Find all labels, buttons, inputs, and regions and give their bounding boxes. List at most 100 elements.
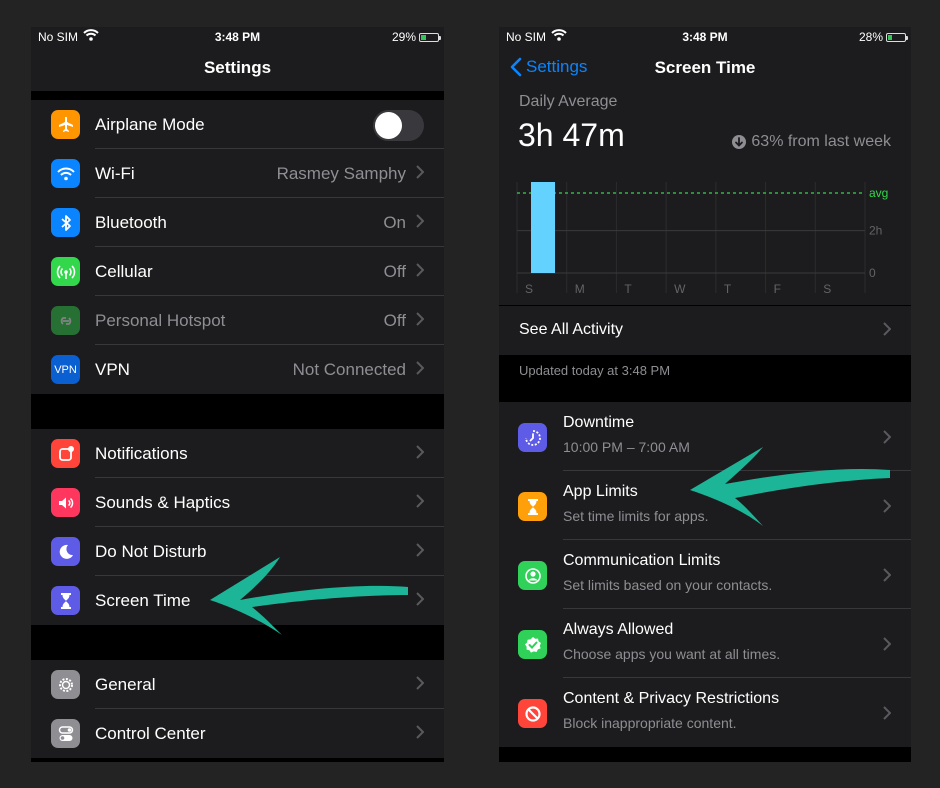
row-subtitle: 10:00 PM – 7:00 AM bbox=[563, 439, 690, 455]
row-title: Content & Privacy Restrictions bbox=[563, 690, 780, 707]
row-subtitle: Set limits based on your contacts. bbox=[563, 577, 773, 593]
daily-average-card: Daily Average 3h 47m 63% from last week … bbox=[499, 91, 911, 305]
bluetooth-icon bbox=[51, 208, 80, 237]
nav-bar: No SIM 3:48 PM 29% Settings bbox=[31, 27, 444, 91]
battery-icon bbox=[886, 32, 908, 42]
general-group: General Control Center bbox=[31, 660, 444, 758]
x-tick-label: T bbox=[724, 282, 732, 296]
row-title: Communication Limits bbox=[563, 552, 721, 569]
chevron-right-icon bbox=[416, 676, 424, 690]
chevron-right-icon bbox=[883, 568, 891, 582]
screen-time-row-communication-limits[interactable]: Communication Limits Set limits based on … bbox=[499, 540, 911, 609]
row-label: VPN bbox=[95, 360, 130, 379]
chevron-right-icon bbox=[883, 706, 891, 720]
settings-row-personal-hotspot[interactable]: Personal Hotspot Off bbox=[31, 296, 444, 345]
row-subtitle: Choose apps you want at all times. bbox=[563, 646, 781, 662]
settings-screen: No SIM 3:48 PM 29% Settings Airplane Mod… bbox=[31, 27, 444, 762]
x-tick-label: M bbox=[575, 282, 585, 296]
row-label: Notifications bbox=[95, 444, 188, 463]
airplane-mode-toggle[interactable] bbox=[373, 110, 424, 141]
row-label: Personal Hotspot bbox=[95, 311, 226, 330]
settings-row-cellular[interactable]: Cellular Off bbox=[31, 247, 444, 296]
no-entry-icon bbox=[518, 699, 547, 728]
chevron-right-icon bbox=[416, 445, 424, 459]
x-tick-label: S bbox=[525, 282, 533, 296]
battery-indicator: 29% bbox=[391, 30, 441, 44]
switches-icon bbox=[51, 719, 80, 748]
row-value: Not Connected bbox=[292, 360, 406, 379]
chevron-right-icon bbox=[416, 592, 424, 606]
screen-time-row-app-limits[interactable]: App Limits Set time limits for apps. bbox=[499, 471, 911, 540]
x-tick-label: F bbox=[774, 282, 781, 296]
settings-row-vpn[interactable]: VPN VPN Not Connected bbox=[31, 345, 444, 394]
row-label: General bbox=[95, 675, 156, 694]
see-all-activity-row[interactable]: See All Activity bbox=[499, 306, 911, 355]
battery-indicator: 28% bbox=[859, 30, 908, 44]
vpn-icon-label: VPN bbox=[54, 363, 77, 376]
status-bar: No SIM 3:48 PM 28% bbox=[499, 27, 911, 47]
hourglass-icon bbox=[518, 492, 547, 521]
row-label: Do Not Disturb bbox=[95, 542, 207, 561]
row-value: Off bbox=[383, 311, 406, 330]
chevron-right-icon bbox=[416, 494, 424, 508]
x-tick-label: S bbox=[823, 282, 831, 296]
chevron-right-icon bbox=[416, 165, 424, 179]
settings-row-wi-fi[interactable]: Wi-Fi Rasmey Samphy bbox=[31, 149, 444, 198]
status-bar: No SIM 3:48 PM 29% bbox=[31, 27, 444, 47]
row-value: On bbox=[383, 213, 406, 232]
row-label: Sounds & Haptics bbox=[95, 493, 231, 512]
status-time: 3:48 PM bbox=[682, 30, 728, 44]
chevron-right-icon bbox=[416, 263, 424, 277]
screen-time-row-downtime[interactable]: Downtime 10:00 PM – 7:00 AM bbox=[499, 402, 911, 471]
row-title: App Limits bbox=[563, 483, 638, 500]
chevron-right-icon bbox=[883, 430, 891, 444]
row-subtitle: Block inappropriate content. bbox=[563, 715, 737, 731]
settings-row-general[interactable]: General bbox=[31, 660, 444, 709]
gear-icon bbox=[51, 670, 80, 699]
arrow-down-circle-icon bbox=[732, 135, 747, 149]
row-value: Off bbox=[383, 262, 406, 281]
row-value: Rasmey Samphy bbox=[276, 164, 406, 183]
contact-icon bbox=[518, 561, 547, 590]
average-label: avg bbox=[869, 186, 888, 200]
hotspot-icon bbox=[51, 306, 80, 335]
screen-time-options-group: Downtime 10:00 PM – 7:00 AM App Limits Set … bbox=[499, 402, 911, 747]
settings-row-sounds-haptics[interactable]: Sounds & Haptics bbox=[31, 478, 444, 527]
settings-row-notifications[interactable]: Notifications bbox=[31, 429, 444, 478]
row-label: Wi-Fi bbox=[95, 164, 135, 183]
row-label: Bluetooth bbox=[95, 213, 167, 232]
battery-percent: 29% bbox=[391, 30, 416, 44]
settings-row-screen-time[interactable]: Screen Time bbox=[31, 576, 444, 625]
settings-row-do-not-disturb[interactable]: Do Not Disturb bbox=[31, 527, 444, 576]
row-label: Airplane Mode bbox=[95, 115, 205, 134]
screen-time-row-always-allowed[interactable]: Always Allowed Choose apps you want at al… bbox=[499, 609, 911, 678]
settings-row-bluetooth[interactable]: Bluetooth On bbox=[31, 198, 444, 247]
see-all-activity-label: See All Activity bbox=[519, 321, 624, 338]
nav-bar: No SIM 3:48 PM 28% Settings Screen Time bbox=[499, 27, 911, 91]
airplane-icon bbox=[51, 110, 80, 139]
battery-icon bbox=[419, 32, 441, 42]
chevron-right-icon bbox=[883, 637, 891, 651]
row-label: Screen Time bbox=[95, 591, 191, 610]
chevron-right-icon bbox=[416, 543, 424, 557]
weekly-change: 63% from last week bbox=[732, 133, 891, 151]
hourglass-icon bbox=[51, 586, 80, 615]
notifications-icon bbox=[51, 439, 80, 468]
status-time: 3:48 PM bbox=[214, 30, 261, 44]
row-title: Always Allowed bbox=[563, 621, 674, 638]
row-label: Control Center bbox=[95, 724, 206, 743]
row-label: Cellular bbox=[95, 262, 153, 281]
y-tick-label: 2h bbox=[869, 224, 882, 238]
chevron-right-icon bbox=[416, 725, 424, 739]
settings-row-airplane-mode[interactable]: Airplane Mode bbox=[31, 100, 444, 149]
checkmark-badge-icon bbox=[518, 630, 547, 659]
row-subtitle: Set time limits for apps. bbox=[563, 508, 709, 524]
chart-bar bbox=[531, 182, 555, 273]
x-tick-label: W bbox=[674, 282, 686, 296]
settings-row-control-center[interactable]: Control Center bbox=[31, 709, 444, 758]
usage-chart: 0 2h avg S M T W T F S bbox=[516, 182, 888, 296]
screen-time-row-content-privacy-restrictions[interactable]: Content & Privacy Restrictions Block inap… bbox=[499, 678, 911, 747]
wifi-icon bbox=[51, 159, 80, 188]
daily-average-value: 3h 47m bbox=[518, 117, 625, 153]
x-tick-label: T bbox=[624, 282, 632, 296]
